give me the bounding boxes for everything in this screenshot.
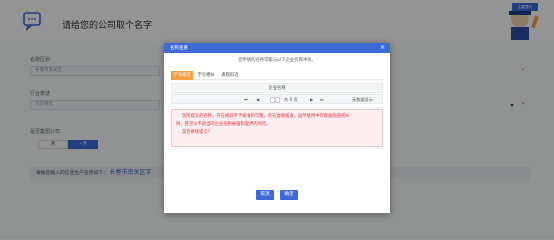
modal-subtitle: 您申请的名称可能与以下企业名称冲突。 (238, 58, 316, 63)
warning-line: 您所提交的名称，存在被驳不予核准的可能，存在虚假核准，虽然使用中可能面临侵权纠 (182, 114, 350, 119)
last-page-icon[interactable]: ⏭ (320, 97, 324, 102)
close-icon[interactable]: × (380, 44, 385, 51)
next-page-icon[interactable]: ▶ (310, 97, 313, 102)
name-check-modal: 名称查重 × 您申请的名称可能与以下企业名称冲突。 字号相近 字号相似 表现形近… (164, 43, 390, 213)
table-header: 企业名称 (171, 83, 383, 93)
warning-box: 您所提交的名称，存在被驳不予核准的可能，存在虚假核准，虽然使用中可能面临侵权纠 … (171, 109, 383, 147)
warning-question: 是否继续提交？ (182, 130, 213, 135)
confirm-button[interactable]: 确定 (280, 190, 298, 200)
cancel-button[interactable]: 取消 (256, 190, 274, 200)
page-total: 共 0 页 (284, 97, 298, 102)
tab-similar-name[interactable]: 字号相近 (171, 71, 193, 80)
tab-similar-shape[interactable]: 表现形近 (219, 71, 241, 80)
pagination: ⏮ ◀ 1 共 0 页 ▶ ⏭ 无数据显示 (171, 94, 383, 104)
modal-title: 名称查重 (170, 46, 188, 51)
empty-text: 无数据显示 (352, 97, 373, 102)
modal-header: 名称查重 × (164, 43, 390, 53)
prev-page-icon[interactable]: ◀ (256, 97, 259, 102)
page-input[interactable]: 1 (270, 97, 280, 103)
first-page-icon[interactable]: ⏮ (244, 97, 248, 102)
tab-similar-font[interactable]: 字号相似 (195, 71, 217, 80)
warning-line: 纷，甚至以不适当的企业名称被强制变更的风险。 (176, 122, 271, 127)
tab-bar: 字号相近 字号相似 表现形近 (171, 71, 383, 80)
